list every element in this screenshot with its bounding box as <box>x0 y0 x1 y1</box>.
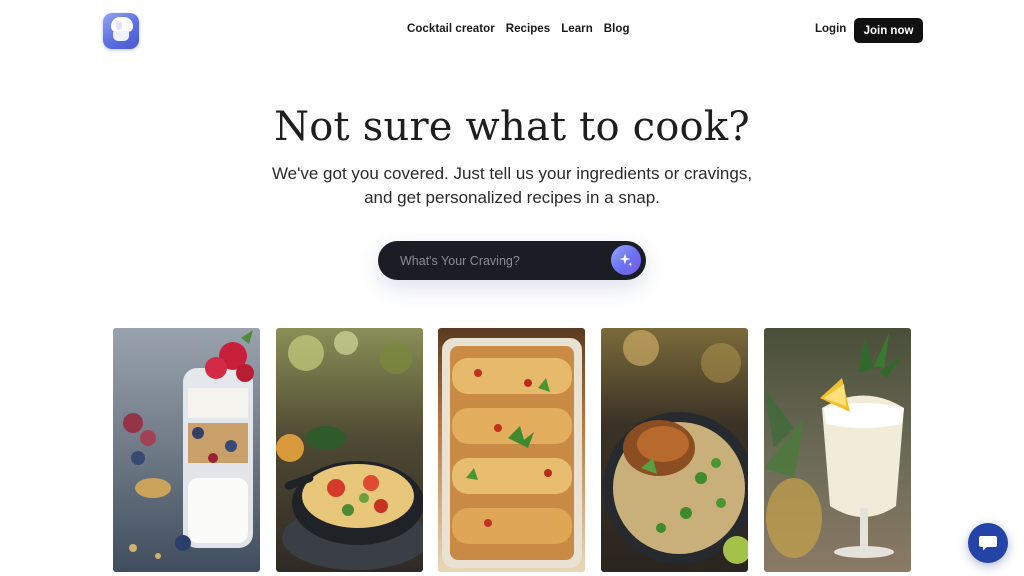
chat-bubble-icon[interactable] <box>968 523 1008 563</box>
yogurt-parfait-photo[interactable] <box>113 328 260 572</box>
skillet-frittata-photo[interactable] <box>276 328 423 572</box>
hero-subtitle: We've got you covered. Just tell us your… <box>262 162 762 210</box>
craving-search-bar <box>378 241 646 280</box>
hero-subtitle-line-1: We've got you covered. Just tell us your… <box>271 164 753 183</box>
pina-colada-photo[interactable] <box>764 328 911 572</box>
chicken-orzo-photo[interactable] <box>601 328 748 572</box>
login-link[interactable]: Login <box>815 23 846 35</box>
join-now-button[interactable]: Join now <box>854 18 923 43</box>
chef-hat-icon[interactable] <box>103 13 139 49</box>
main-nav: Cocktail creator Recipes Learn Blog <box>407 23 630 35</box>
nav-recipes[interactable]: Recipes <box>506 23 550 35</box>
site-header: Cocktail creator Recipes Learn Blog Logi… <box>0 0 1024 62</box>
hero-title: Not sure what to cook? <box>274 104 750 150</box>
craving-search-input[interactable] <box>400 250 600 271</box>
enchiladas-photo[interactable] <box>438 328 585 572</box>
hero-subtitle-line-2: and get personalized recipes in a snap. <box>364 188 660 207</box>
nav-learn[interactable]: Learn <box>561 23 593 35</box>
sparkle-icon[interactable] <box>611 245 641 275</box>
nav-cocktail-creator[interactable]: Cocktail creator <box>407 23 495 35</box>
nav-blog[interactable]: Blog <box>604 23 630 35</box>
